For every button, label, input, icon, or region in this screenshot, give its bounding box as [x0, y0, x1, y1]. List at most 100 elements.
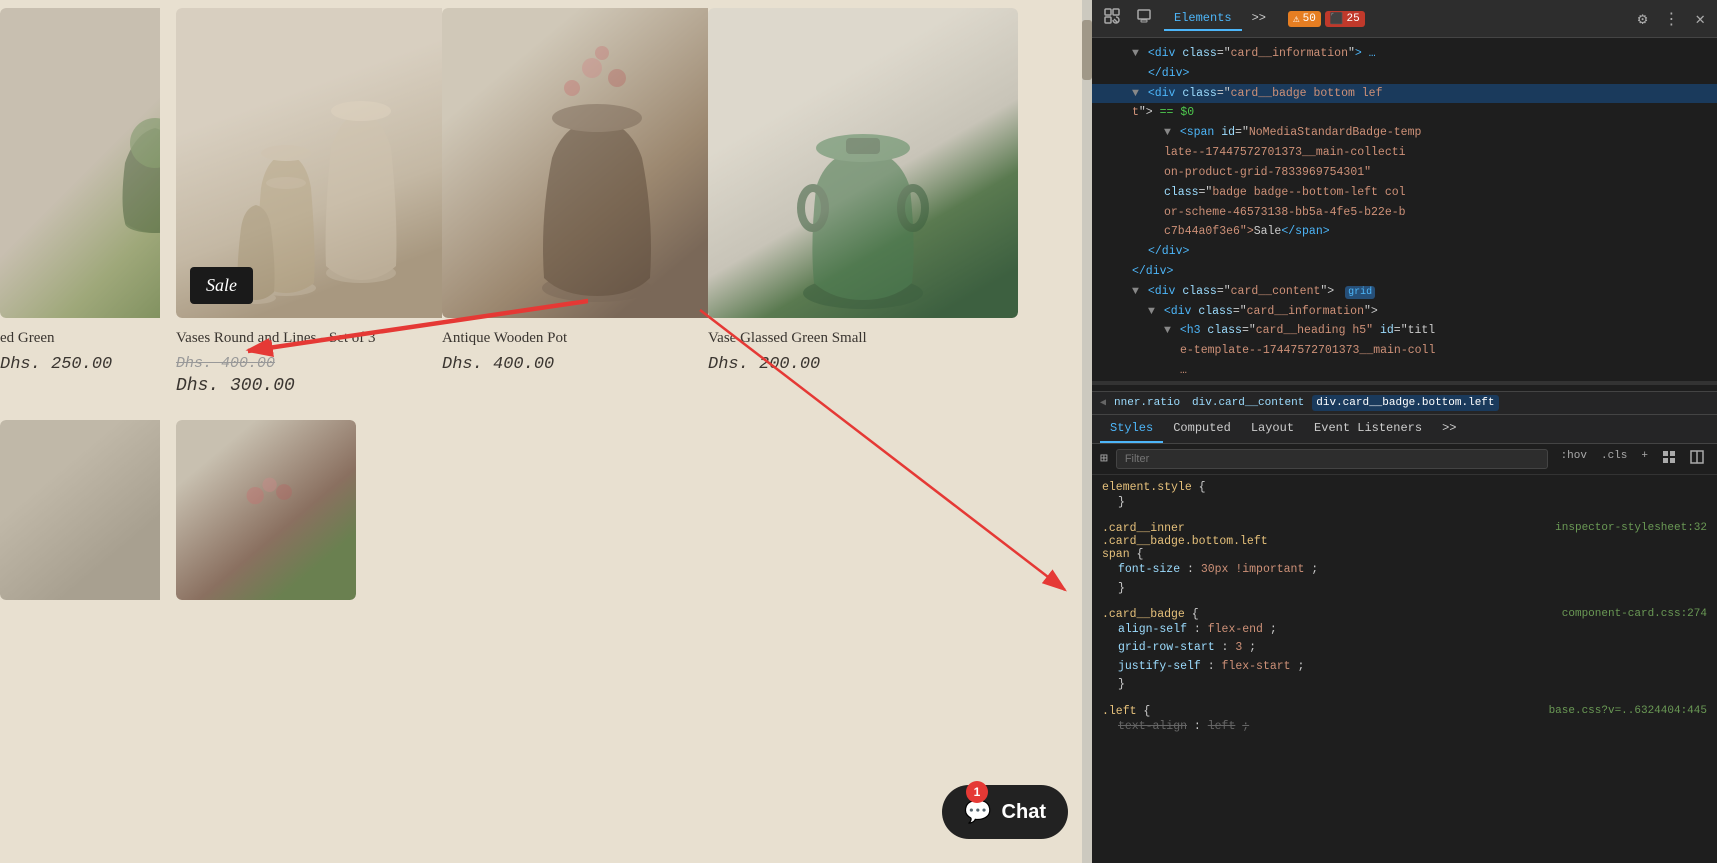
filter-panel-btn[interactable] — [1685, 448, 1709, 470]
css-rule-body: } — [1102, 494, 1707, 512]
product-price-wooden-pot: Dhs. 400.00 — [442, 355, 692, 374]
shop-panel: ed Green Dhs. 250.00 — [0, 0, 1092, 863]
errors-badge[interactable]: ⬛ 25 — [1325, 11, 1365, 27]
html-line-6[interactable]: late--17447572701373__main-collecti — [1092, 143, 1717, 163]
html-line-2[interactable]: </div> — [1092, 64, 1717, 84]
html-line-16[interactable]: e-template--17447572701373__main-coll — [1092, 341, 1717, 361]
devtools-panel: Elements >> ⚠ 50 ⬛ 25 ⚙ ⋮ ✕ ▼ <div class… — [1092, 0, 1717, 863]
css-rule-close-1: } — [1102, 580, 1707, 598]
devtools-resize-handle[interactable] — [1092, 381, 1717, 385]
product-title-partial: ed Green — [0, 328, 160, 349]
product-row-bottom — [0, 420, 1092, 616]
product-image-bottom2 — [176, 420, 356, 600]
css-rule-selector-2c: span { — [1102, 548, 1707, 561]
product-title-green-vase: Vase Glassed Green Small — [708, 328, 958, 349]
product-title-wooden-pot: Antique Wooden Pot — [442, 328, 692, 349]
html-tree: ▼ <div class="card__information"> … </di… — [1092, 38, 1717, 391]
css-rule-selector-4: .left { base.css?v=..6324404:445 — [1102, 705, 1707, 718]
product-card-vases[interactable]: Sale Vases Round and Lines - Set of 3 Dh… — [176, 8, 426, 396]
warnings-badge[interactable]: ⚠ 50 — [1288, 11, 1321, 27]
product-image-wooden-pot — [442, 8, 752, 318]
product-card-bottom2[interactable] — [176, 420, 426, 600]
devtools-style-tabs: Styles Computed Layout Event Listeners >… — [1092, 415, 1717, 444]
filter-layout-btn[interactable] — [1657, 448, 1681, 470]
product-title-vases: Vases Round and Lines - Set of 3 — [176, 328, 426, 349]
product-image-lavender — [0, 8, 160, 318]
product-card-wooden-pot[interactable]: Antique Wooden Pot Dhs. 400.00 — [442, 8, 692, 396]
css-rule-card-badge: .card__badge { component-card.css:274 al… — [1102, 608, 1707, 695]
html-line-4[interactable]: t"> == $0 — [1092, 103, 1717, 123]
device-icon[interactable] — [1132, 4, 1156, 33]
tab-elements[interactable]: Elements — [1164, 7, 1242, 31]
css-prop-font-size: font-size : 30px !important ; — [1102, 561, 1707, 579]
product-card-green-vase[interactable]: Vase Glassed Green Small Dhs. 200.00 — [708, 8, 958, 396]
settings-icon[interactable]: ⚙ — [1634, 5, 1652, 33]
css-rules-area: element.style { } .card__inner inspector… — [1092, 475, 1717, 863]
css-rule-element-style: element.style { } — [1102, 481, 1707, 512]
html-line-9[interactable]: or-scheme-46573138-bb5a-4fe5-b22e-b — [1092, 203, 1717, 223]
filter-buttons: :hov .cls + — [1556, 448, 1709, 470]
breadcrumb-arrow-left[interactable]: ◀ — [1100, 397, 1106, 409]
product-price-green-vase: Dhs. 200.00 — [708, 355, 958, 374]
css-rule-card-inner: .card__inner inspector-stylesheet:32 .ca… — [1102, 522, 1707, 598]
breadcrumb-item-card-content[interactable]: div.card__content — [1188, 395, 1308, 411]
product-price-partial: Dhs. 250.00 — [0, 355, 160, 374]
tab-layout[interactable]: Layout — [1241, 415, 1304, 443]
html-line-14[interactable]: ▼ <div class="card__information"> — [1092, 302, 1717, 322]
css-rule-left: .left { base.css?v=..6324404:445 text-al… — [1102, 705, 1707, 736]
chat-button[interactable]: 💬 Chat 1 — [942, 785, 1068, 839]
chat-label: Chat — [1002, 801, 1046, 824]
html-line-5[interactable]: ▼ <span id="NoMediaStandardBadge-temp — [1092, 123, 1717, 143]
devtools-breadcrumb: ◀ nner.ratio div.card__content div.card_… — [1092, 391, 1717, 415]
html-line-13[interactable]: ▼ <div class="card__content"> grid — [1092, 282, 1717, 302]
html-line-3[interactable]: ▼ <div class="card__badge bottom lef — [1092, 84, 1717, 104]
css-prop-text-align: text-align : left ; — [1102, 718, 1707, 736]
css-rule-selector-2b: .card__badge.bottom.left — [1102, 535, 1707, 548]
product-price-sale-vases: Dhs. 300.00 — [176, 376, 426, 396]
breadcrumb-item-card-badge[interactable]: div.card__badge.bottom.left — [1312, 395, 1498, 411]
html-line-15[interactable]: ▼ <h3 class="card__heading h5" id="titl — [1092, 321, 1717, 341]
inspect-icon[interactable] — [1100, 4, 1124, 33]
css-rule-selector-2: .card__inner inspector-stylesheet:32 — [1102, 522, 1707, 535]
tab-computed[interactable]: Computed — [1163, 415, 1241, 443]
filter-hov-btn[interactable]: :hov — [1556, 448, 1592, 470]
devtools-topbar: Elements >> ⚠ 50 ⬛ 25 ⚙ ⋮ ✕ — [1092, 0, 1717, 38]
devtools-warnings: ⚠ 50 ⬛ 25 — [1288, 11, 1365, 27]
html-line-10[interactable]: c7b44a0f3e6">Sale</span> — [1092, 222, 1717, 242]
tab-more-styles[interactable]: >> — [1432, 415, 1466, 443]
chat-notification-badge: 1 — [966, 781, 988, 803]
html-line-12[interactable]: </div> — [1092, 262, 1717, 282]
product-card-bottom1[interactable] — [0, 420, 160, 600]
tab-more[interactable]: >> — [1242, 7, 1276, 31]
scroll-track[interactable] — [1082, 0, 1092, 863]
product-card-partial[interactable]: ed Green Dhs. 250.00 — [0, 8, 160, 396]
close-icon[interactable]: ✕ — [1691, 5, 1709, 33]
tab-styles[interactable]: Styles — [1100, 415, 1163, 443]
tab-event-listeners[interactable]: Event Listeners — [1304, 415, 1432, 443]
devtools-main-tabs: Elements >> — [1164, 7, 1276, 31]
html-line-8[interactable]: class="badge badge--bottom-left col — [1092, 183, 1717, 203]
scroll-thumb[interactable] — [1082, 20, 1092, 80]
css-rule-selector-3: .card__badge { component-card.css:274 — [1102, 608, 1707, 621]
filter-icon: ⊞ — [1100, 451, 1108, 466]
html-line-7[interactable]: on-product-grid-7833969754301" — [1092, 163, 1717, 183]
product-row-top: ed Green Dhs. 250.00 — [0, 0, 1092, 412]
sale-badge: Sale — [190, 267, 253, 304]
html-line-11[interactable]: </div> — [1092, 242, 1717, 262]
css-filter-input[interactable] — [1116, 449, 1548, 469]
html-line-17[interactable]: … — [1092, 361, 1717, 381]
breadcrumb-item-ratio[interactable]: nner.ratio — [1110, 395, 1184, 411]
html-line-1[interactable]: ▼ <div class="card__information"> … — [1092, 44, 1717, 64]
css-prop-justify-self: justify-self : flex-start ; — [1102, 658, 1707, 676]
css-rule-close-2: } — [1102, 676, 1707, 694]
product-image-green-vase — [708, 8, 1018, 318]
css-prop-align-self: align-self : flex-end ; — [1102, 621, 1707, 639]
product-image-bottom1 — [0, 420, 160, 600]
css-prop-grid-row: grid-row-start : 3 ; — [1102, 639, 1707, 657]
product-price-original-vases: Dhs. 400.00 — [176, 355, 426, 372]
css-rule-selector: element.style { — [1102, 481, 1707, 494]
filter-cls-btn[interactable]: .cls — [1596, 448, 1632, 470]
more-icon[interactable]: ⋮ — [1659, 5, 1683, 33]
filter-add-btn[interactable]: + — [1636, 448, 1653, 470]
devtools-filter-row: ⊞ :hov .cls + — [1092, 444, 1717, 475]
